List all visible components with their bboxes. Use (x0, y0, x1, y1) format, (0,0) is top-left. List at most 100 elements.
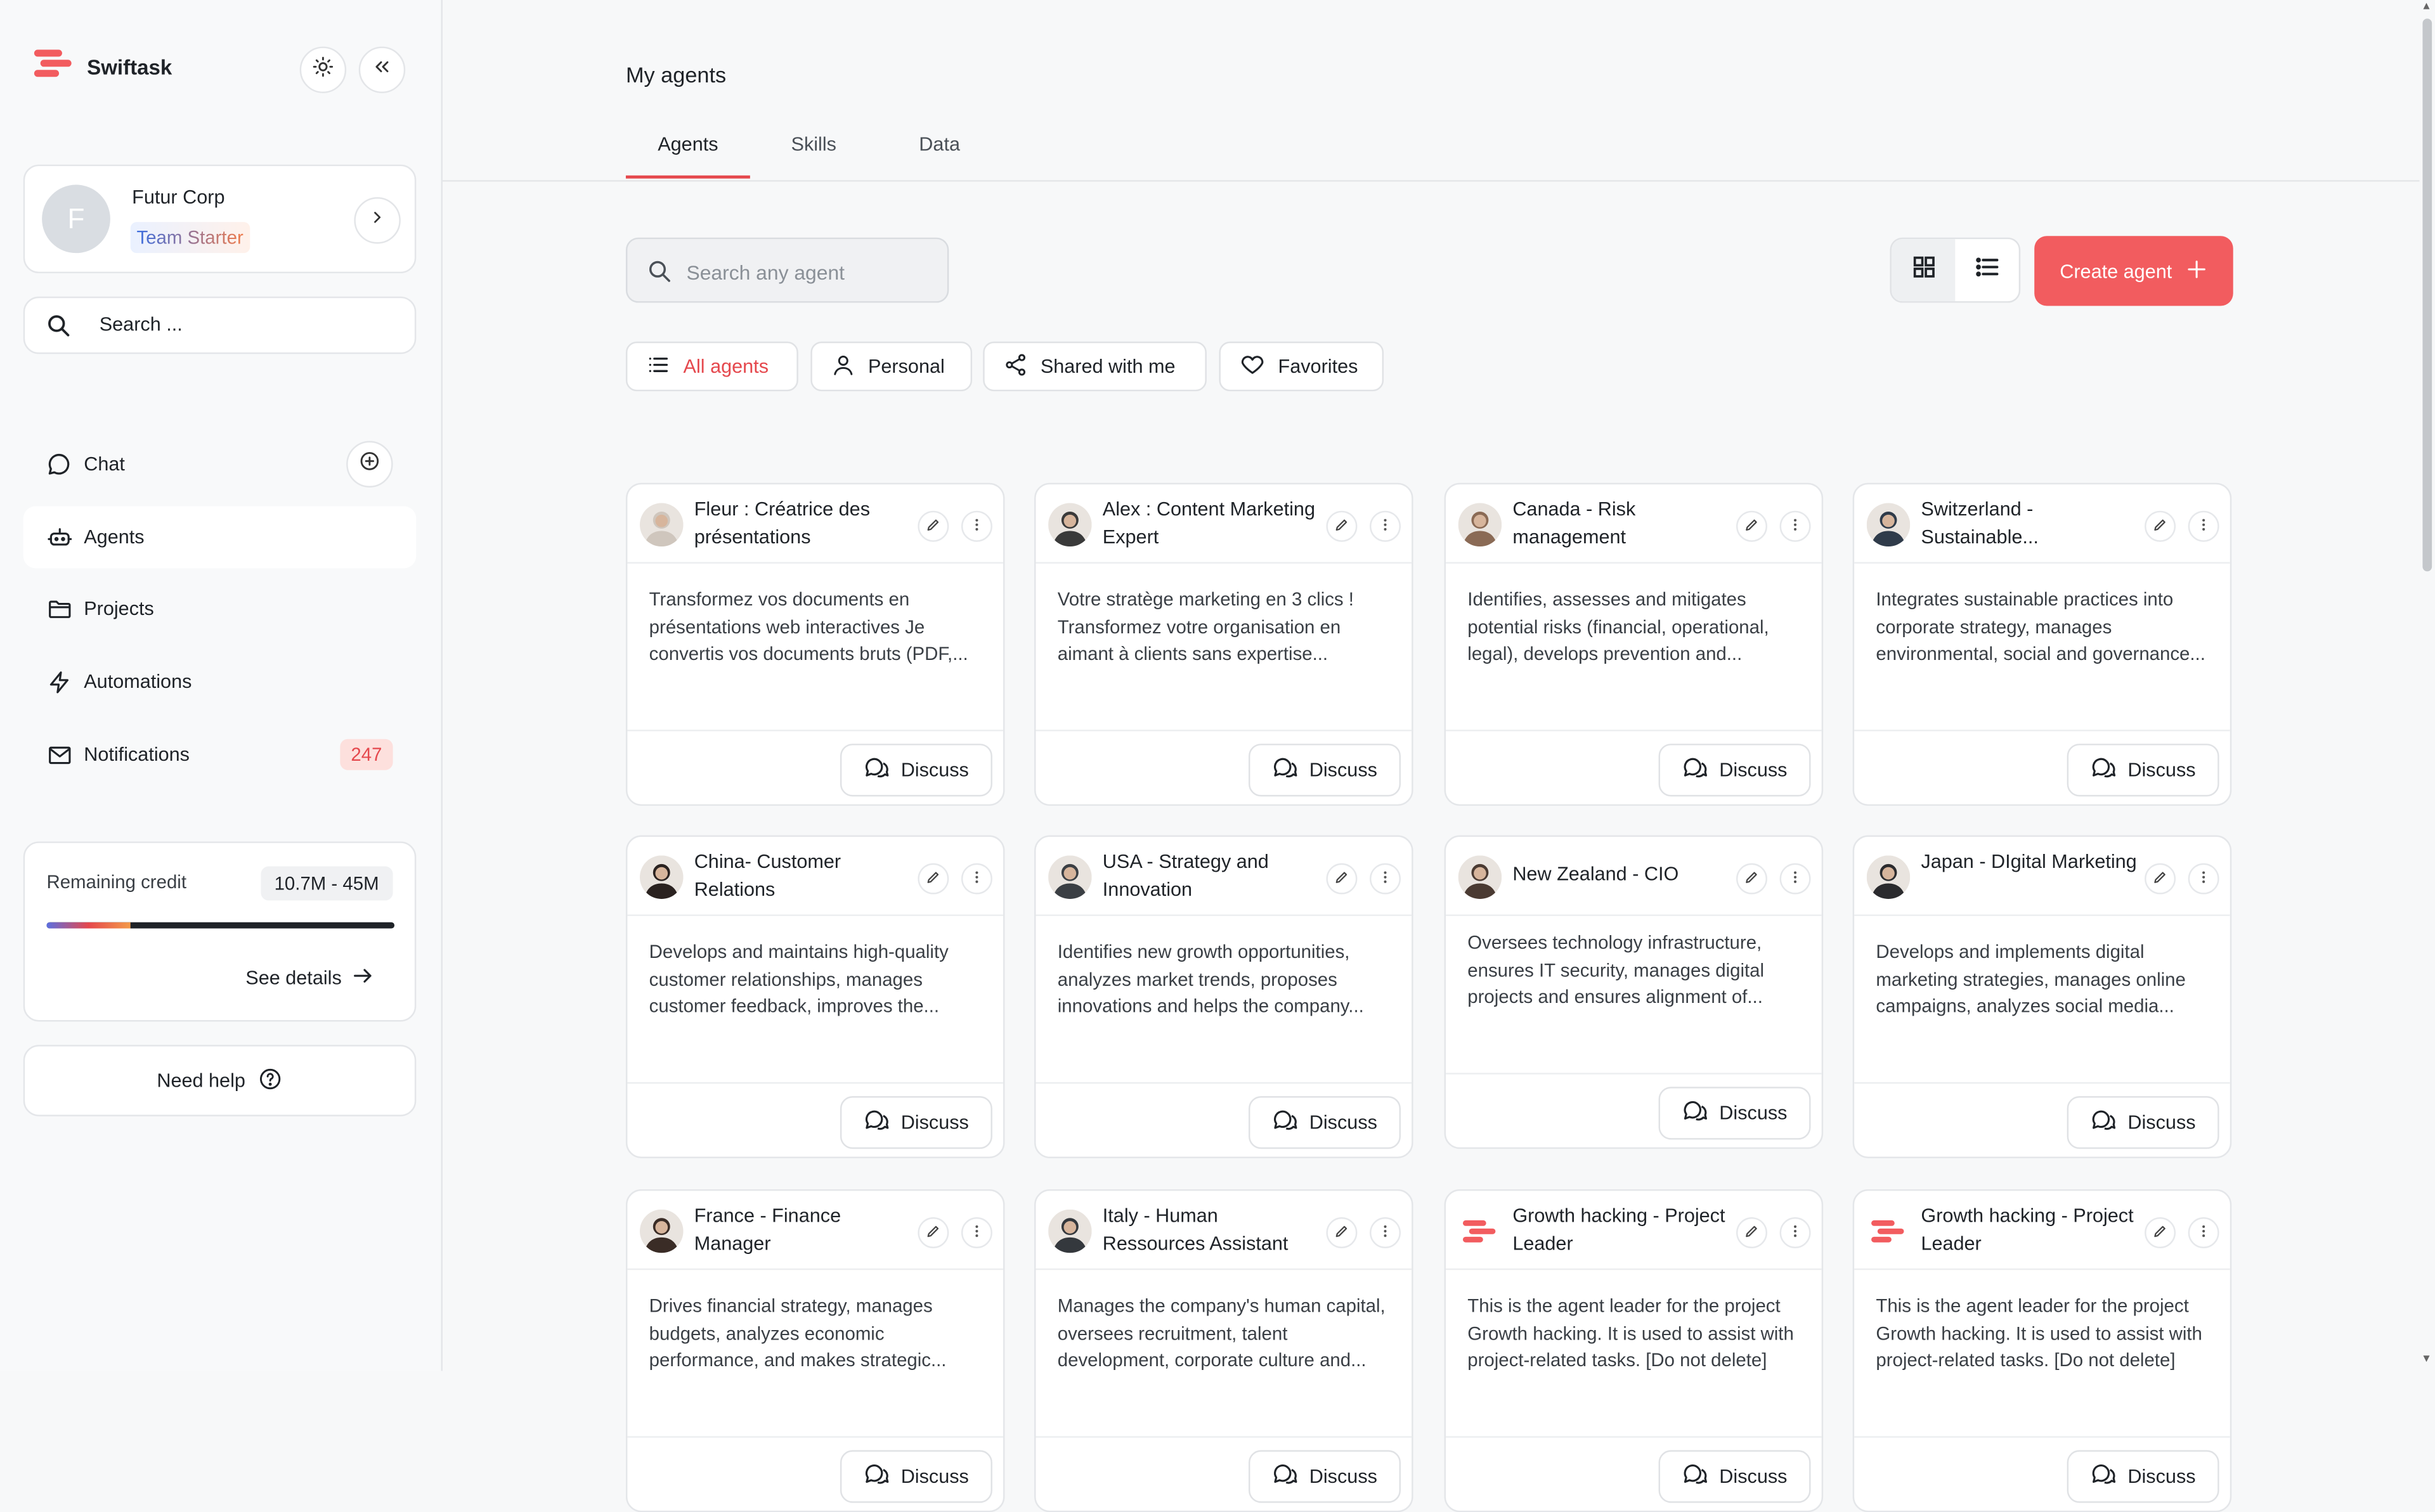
agent-more-button[interactable] (961, 510, 992, 542)
agent-card-header: Japan - DIgital Marketing (1854, 837, 2230, 916)
agent-card[interactable]: Italy - Human Ressources Assistant Manag… (1034, 1189, 1413, 1512)
new-chat-button[interactable] (346, 441, 393, 488)
agent-card[interactable]: Japan - DIgital Marketing Develops and i… (1852, 835, 2232, 1158)
edit-agent-button[interactable] (1326, 510, 1358, 542)
edit-agent-button[interactable] (1326, 863, 1358, 895)
agent-avatar (639, 855, 684, 899)
agent-more-button[interactable] (1779, 1217, 1811, 1248)
agent-card-header: Growth hacking - Project Leader (1446, 1191, 1822, 1270)
org-open-button[interactable] (354, 197, 401, 244)
edit-agent-button[interactable] (1736, 863, 1767, 895)
agent-more-button[interactable] (1779, 510, 1811, 542)
agent-card-title: China- Customer Relations (694, 851, 841, 900)
nav-item-notifications[interactable]: Notifications 247 (23, 723, 417, 785)
agent-card[interactable]: Alex : Content Marketing Expert Votre st… (1034, 482, 1413, 806)
agent-more-button[interactable] (2188, 863, 2219, 895)
agent-more-button[interactable] (2188, 510, 2219, 542)
theme-toggle-button[interactable] (299, 46, 347, 93)
agent-more-button[interactable] (2188, 1217, 2219, 1248)
agent-card[interactable]: Growth hacking - Project Leader This is … (1852, 1189, 2232, 1512)
question-circle-icon (258, 1066, 283, 1095)
edit-agent-button[interactable] (918, 510, 949, 542)
organization-card[interactable]: F Futur Corp Team Starter (23, 164, 417, 274)
brand[interactable]: Swiftask (31, 46, 172, 88)
discuss-button[interactable]: Discuss (840, 744, 992, 797)
filter-favorites[interactable]: Favorites (1219, 341, 1384, 392)
agent-card[interactable]: New Zealand - CIO Oversees technology in… (1444, 835, 1824, 1149)
nav-item-chat[interactable]: Chat (23, 433, 417, 495)
agent-more-button[interactable] (1370, 863, 1401, 895)
agent-card[interactable]: USA - Strategy and Innovation Identifies… (1034, 835, 1413, 1158)
agent-card-footer: Discuss (1854, 1436, 2230, 1511)
discuss-button[interactable]: Discuss (2067, 744, 2219, 797)
agent-more-button[interactable] (1370, 1217, 1401, 1248)
agent-card[interactable]: France - Finance Manager Drives financia… (625, 1189, 1005, 1512)
discuss-button[interactable]: Discuss (840, 1450, 992, 1503)
edit-agent-button[interactable] (2145, 863, 2176, 895)
agent-card-footer: Discuss (1036, 1082, 1412, 1157)
sidebar-search-input[interactable] (96, 312, 398, 337)
list-view-button[interactable] (1955, 239, 2018, 301)
tab-data[interactable]: Data (885, 134, 994, 155)
credit-value: 10.7M - 45M (260, 866, 393, 901)
edit-agent-button[interactable] (1736, 510, 1767, 542)
sidebar-search[interactable] (23, 296, 417, 354)
chat-bubbles-icon (2091, 1461, 2117, 1492)
edit-agent-button[interactable] (918, 1217, 949, 1248)
nav-label-projects: Projects (84, 597, 154, 620)
scroll-down-arrow-icon[interactable]: ▼ (2421, 1354, 2432, 1365)
discuss-button[interactable]: Discuss (1658, 1087, 1811, 1140)
heart-icon (1239, 351, 1266, 382)
discuss-button[interactable]: Discuss (1658, 744, 1811, 797)
need-help-button[interactable]: Need help (23, 1045, 417, 1116)
nav-item-automations[interactable]: Automations (23, 650, 417, 713)
agent-card-title: Alex : Content Marketing Expert (1102, 498, 1315, 548)
nav-item-projects[interactable]: Projects (23, 578, 417, 640)
scroll-up-arrow-icon[interactable]: ▲ (2421, 1, 2432, 12)
agent-more-button[interactable] (1779, 863, 1811, 895)
discuss-button[interactable]: Discuss (1248, 744, 1401, 797)
agent-more-button[interactable] (961, 863, 992, 895)
discuss-button[interactable]: Discuss (1248, 1450, 1401, 1503)
edit-agent-button[interactable] (1326, 1217, 1358, 1248)
nav-item-agents[interactable]: Agents (23, 506, 417, 569)
agent-card-title: Canada - Risk management (1512, 498, 1636, 548)
filter-personal[interactable]: Personal (810, 341, 973, 392)
discuss-button[interactable]: Discuss (1248, 1095, 1401, 1149)
agent-more-button[interactable] (1370, 510, 1401, 542)
edit-agent-button[interactable] (1736, 1217, 1767, 1248)
agent-card[interactable]: Switzerland - Sustainable... Integrates … (1852, 482, 2232, 806)
discuss-label: Discuss (1309, 1465, 1377, 1488)
agent-card-title: Growth hacking - Project Leader (1512, 1205, 1725, 1254)
page-title: My agents (625, 61, 727, 87)
agent-card-description: Votre stratège marketing en 3 clics ! Tr… (1057, 588, 1354, 665)
see-details-link[interactable]: See details (245, 964, 374, 992)
edit-agent-button[interactable] (918, 863, 949, 895)
edit-agent-button[interactable] (2145, 510, 2176, 542)
agent-card[interactable]: Growth hacking - Project Leader This is … (1444, 1189, 1824, 1512)
tab-agents[interactable]: Agents (626, 134, 750, 155)
filter-shared-with-me[interactable]: Shared with me (983, 341, 1207, 392)
create-agent-button[interactable]: Create agent (2034, 236, 2233, 306)
tab-skills[interactable]: Skills (760, 134, 868, 155)
plan-label: Team Starter (136, 226, 244, 249)
discuss-button[interactable]: Discuss (1658, 1450, 1811, 1503)
pencil-icon (2152, 1218, 2167, 1246)
agent-search[interactable] (625, 237, 949, 303)
edit-agent-button[interactable] (2145, 1217, 2176, 1248)
collapse-sidebar-button[interactable] (358, 46, 406, 93)
agent-card[interactable]: China- Customer Relations Develops and m… (625, 835, 1005, 1158)
agent-more-button[interactable] (961, 1217, 992, 1248)
scrollbar-thumb[interactable] (2422, 18, 2432, 572)
discuss-button[interactable]: Discuss (2067, 1095, 2219, 1149)
main-content: My agents Agents Skills Data Search any … (442, 0, 2420, 1512)
agent-card-footer: Discuss (1036, 1436, 1412, 1511)
discuss-button[interactable]: Discuss (2067, 1450, 2219, 1503)
discuss-button[interactable]: Discuss (840, 1095, 992, 1149)
grid-view-button[interactable] (1891, 239, 1956, 302)
agent-search-input[interactable] (683, 259, 938, 286)
filter-all-agents[interactable]: All agents (625, 341, 798, 392)
agent-card[interactable]: Canada - Risk management Identifies, ass… (1444, 482, 1824, 806)
chat-bubbles-icon (1682, 754, 1709, 785)
agent-card[interactable]: Fleur : Créatrice des présentations Tran… (625, 482, 1005, 806)
